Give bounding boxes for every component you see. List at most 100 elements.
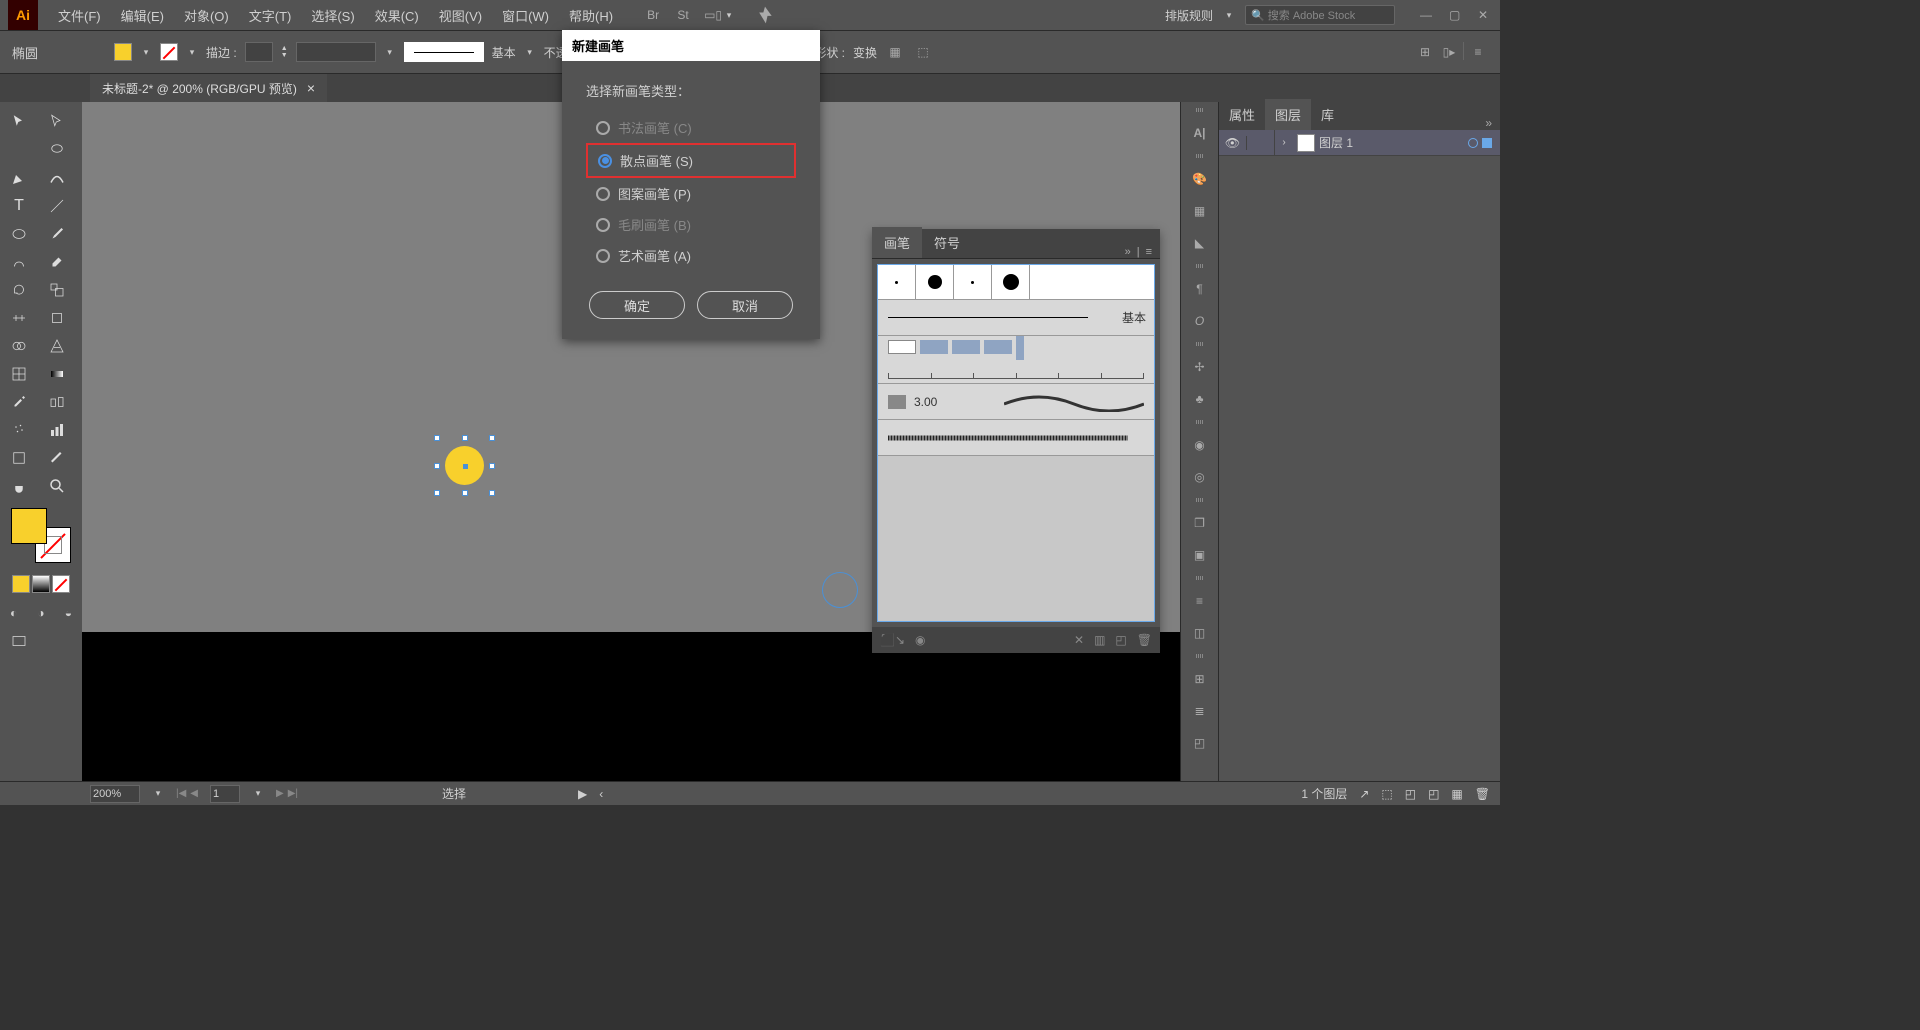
blend-tool[interactable]: [38, 388, 76, 416]
brush-dropdown[interactable]: ▾: [524, 47, 536, 58]
tab-symbols[interactable]: 符号: [922, 227, 972, 258]
brush-libs-icon[interactable]: ⬛↘: [880, 633, 905, 647]
tab-properties[interactable]: 属性: [1219, 99, 1265, 130]
column-graph-tool[interactable]: [38, 416, 76, 444]
brush-charcoal[interactable]: [878, 420, 1154, 456]
zoom-dropdown[interactable]: ▾: [152, 788, 164, 799]
draw-behind-icon[interactable]: ◑: [27, 599, 54, 627]
brush-new-icon[interactable]: ◰: [1115, 633, 1126, 647]
tab-libraries[interactable]: 库: [1311, 99, 1344, 130]
arrange-dropdown[interactable]: ▾: [723, 10, 735, 21]
stroke-swatch[interactable]: [160, 43, 178, 61]
layout-dropdown[interactable]: ▾: [1223, 10, 1235, 21]
align-dock-icon[interactable]: ≣: [1189, 700, 1211, 722]
brush-cc-icon[interactable]: ◉: [915, 633, 925, 647]
search-input[interactable]: 🔍 搜索 Adobe Stock: [1245, 5, 1395, 25]
stroke-dropdown[interactable]: ▾: [186, 47, 198, 58]
stroke-dock-icon[interactable]: ≡: [1189, 590, 1211, 612]
menu-edit[interactable]: 编辑(E): [111, 6, 174, 25]
layer-name[interactable]: 图层 1: [1319, 134, 1353, 151]
brush-remove-icon[interactable]: ✕: [1074, 633, 1084, 647]
status-icon-5[interactable]: ▦: [1451, 787, 1462, 801]
paintbrush-tool[interactable]: [38, 220, 76, 248]
shaper-tool[interactable]: [0, 248, 38, 276]
radio-pattern[interactable]: 图案画笔 (P): [586, 178, 796, 209]
brush-thumb-4[interactable]: [992, 265, 1030, 299]
brush-thumb-2[interactable]: [916, 265, 954, 299]
first-artboard-icon[interactable]: |◀: [176, 788, 186, 799]
char-dock-icon[interactable]: ¶: [1189, 278, 1211, 300]
brush-basic[interactable]: 基本: [878, 300, 1154, 336]
gradient-tool[interactable]: [38, 360, 76, 388]
pen-tool[interactable]: [0, 164, 38, 192]
hand-tool[interactable]: [0, 472, 38, 500]
brush-curve[interactable]: 3.00: [878, 384, 1154, 420]
radio-art[interactable]: 艺术画笔 (A): [586, 240, 796, 271]
shape-builder-tool[interactable]: [0, 332, 38, 360]
appearance-dock-icon[interactable]: ◉: [1189, 434, 1211, 456]
slice-tool[interactable]: [38, 444, 76, 472]
mesh-tool[interactable]: [0, 360, 38, 388]
gpu-icon[interactable]: [755, 5, 775, 25]
status-play-icon[interactable]: ▶: [578, 787, 587, 801]
rotate-tool[interactable]: [0, 276, 38, 304]
direct-selection-tool[interactable]: [38, 108, 76, 136]
scale-tool[interactable]: [38, 276, 76, 304]
layer-expand-icon[interactable]: ›: [1275, 137, 1293, 148]
next-artboard-icon[interactable]: ▶: [276, 788, 284, 799]
fill-dropdown[interactable]: ▾: [140, 47, 152, 58]
brush-thumb-3[interactable]: [954, 265, 992, 299]
screen-mode-tool[interactable]: [0, 627, 38, 655]
panel-collapse-icon[interactable]: »: [1477, 116, 1500, 130]
properties-dock-icon[interactable]: A|: [1189, 122, 1211, 144]
status-icon-2[interactable]: ⬚: [1381, 787, 1392, 801]
fill-swatch[interactable]: [114, 43, 132, 61]
stock-icon[interactable]: St: [673, 5, 693, 25]
selection-tool[interactable]: [0, 108, 38, 136]
fill-stroke-display[interactable]: [11, 508, 71, 563]
transform-label[interactable]: 变换: [853, 44, 877, 61]
type-tool[interactable]: T: [0, 192, 38, 220]
width-tool[interactable]: [0, 304, 38, 332]
stroke-profile[interactable]: [296, 42, 376, 62]
ok-button[interactable]: 确定: [589, 291, 685, 319]
status-back-icon[interactable]: ‹: [599, 787, 603, 801]
draw-normal-icon[interactable]: ◐: [0, 599, 27, 627]
stroke-width-input[interactable]: [245, 42, 273, 62]
eyedropper-tool[interactable]: [0, 388, 38, 416]
status-trash-icon[interactable]: 🗑: [1475, 787, 1490, 801]
brush-pattern-row[interactable]: [878, 336, 1154, 384]
graphic-styles-dock-icon[interactable]: ◎: [1189, 466, 1211, 488]
prev-artboard-icon[interactable]: ◀: [190, 788, 198, 799]
panel-menu-icon[interactable]: ≡: [1146, 246, 1152, 258]
symbols-dock-icon[interactable]: ♣: [1189, 388, 1211, 410]
color-mode[interactable]: [12, 575, 30, 593]
transform-dock-icon[interactable]: ⊞: [1189, 668, 1211, 690]
layers-dock-icon[interactable]: ❐: [1189, 512, 1211, 534]
radio-scatter[interactable]: 散点画笔 (S): [586, 143, 796, 178]
brush-options-icon[interactable]: ▥: [1094, 633, 1105, 647]
stroke-stepper[interactable]: ▲▼: [281, 45, 288, 59]
fill-color[interactable]: [11, 508, 47, 544]
bridge-icon[interactable]: Br: [643, 5, 663, 25]
menu-type[interactable]: 文字(T): [239, 6, 302, 25]
none-mode[interactable]: [52, 575, 70, 593]
eraser-tool[interactable]: [38, 248, 76, 276]
transparency-dock-icon[interactable]: ◫: [1189, 622, 1211, 644]
menu-object[interactable]: 对象(O): [174, 6, 239, 25]
ctrl-icon-2[interactable]: ▯▸: [1439, 42, 1459, 62]
free-transform-tool[interactable]: [38, 304, 76, 332]
perspective-tool[interactable]: [38, 332, 76, 360]
lasso-tool[interactable]: [38, 136, 76, 164]
artboard-tool[interactable]: [0, 444, 38, 472]
menu-help[interactable]: 帮助(H): [559, 6, 623, 25]
layer-row[interactable]: 👁 › 图层 1: [1219, 130, 1500, 156]
panel-collapse-icon[interactable]: »: [1125, 246, 1131, 258]
artboard-number[interactable]: [210, 785, 240, 803]
stroke-profile-dropdown[interactable]: ▾: [384, 47, 396, 58]
cancel-button[interactable]: 取消: [697, 291, 793, 319]
swatches-dock-icon[interactable]: ▦: [1189, 200, 1211, 222]
artboards-dock-icon[interactable]: ▣: [1189, 544, 1211, 566]
zoom-input[interactable]: [90, 785, 140, 803]
layout-rules-label[interactable]: 排版规则: [1165, 7, 1213, 24]
